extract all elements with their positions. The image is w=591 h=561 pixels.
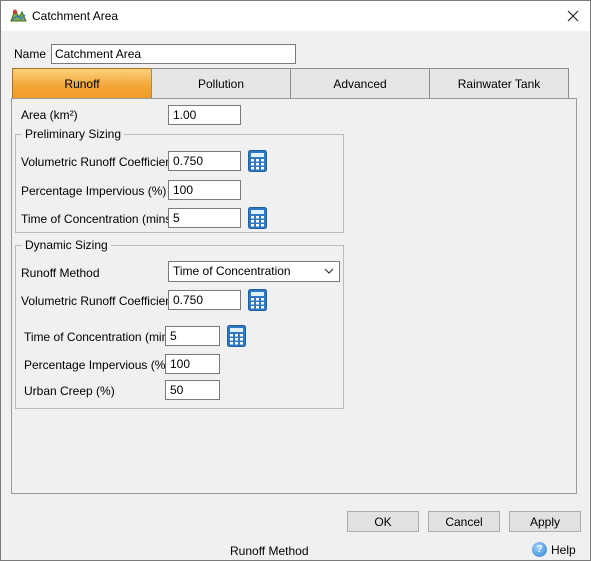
dynamic-toc-input[interactable] — [165, 326, 220, 346]
name-label: Name — [14, 47, 47, 61]
ok-button[interactable]: OK — [347, 511, 419, 532]
chevron-down-icon — [324, 268, 334, 274]
dynamic-vrc-input[interactable] — [168, 290, 241, 310]
calculator-icon[interactable] — [248, 150, 267, 172]
prelim-vrc-label: Volumetric Runoff Coefficient — [21, 155, 176, 169]
catchment-map-icon — [10, 8, 27, 22]
dynamic-pct-label: Percentage Impervious (%) — [24, 358, 170, 372]
close-icon — [567, 10, 579, 22]
runoff-method-select[interactable]: Time of Concentration — [168, 261, 340, 282]
runoff-method-label: Runoff Method — [21, 266, 100, 280]
urban-creep-label: Urban Creep (%) — [24, 384, 115, 398]
help-icon: ? — [532, 542, 547, 557]
calculator-icon[interactable] — [227, 325, 246, 347]
window-title: Catchment Area — [32, 9, 119, 23]
area-input[interactable] — [168, 105, 241, 125]
urban-creep-input[interactable] — [165, 380, 220, 400]
dynamic-pct-input[interactable] — [165, 354, 220, 374]
dynamic-vrc-label: Volumetric Runoff Coefficient — [21, 294, 176, 308]
runoff-method-value: Time of Concentration — [173, 264, 291, 278]
prelim-toc-label: Time of Concentration (mins) — [21, 212, 176, 226]
title-bar: Catchment Area — [1, 1, 590, 31]
prelim-pct-label: Percentage Impervious (%) — [21, 184, 167, 198]
dynamic-sizing-title: Dynamic Sizing — [22, 238, 111, 252]
tab-advanced[interactable]: Advanced — [290, 68, 430, 99]
apply-button[interactable]: Apply — [509, 511, 581, 532]
help-button[interactable]: ? Help — [532, 542, 576, 557]
calculator-icon[interactable] — [248, 207, 267, 229]
tab-strip: Runoff Pollution Advanced Rainwater Tank — [12, 68, 569, 99]
status-text: Runoff Method — [230, 544, 309, 558]
name-input[interactable] — [51, 44, 296, 64]
prelim-toc-input[interactable] — [168, 208, 241, 228]
dynamic-toc-label: Time of Concentration (mins) — [24, 330, 179, 344]
preliminary-sizing-title: Preliminary Sizing — [22, 127, 125, 141]
dialog-window: Catchment Area Name Runoff Pollution Adv… — [0, 0, 591, 561]
prelim-pct-input[interactable] — [168, 180, 241, 200]
area-label: Area (km²) — [21, 108, 78, 122]
prelim-vrc-input[interactable] — [168, 151, 241, 171]
calculator-icon[interactable] — [248, 289, 267, 311]
tab-rainwater-tank[interactable]: Rainwater Tank — [429, 68, 569, 99]
tab-pollution[interactable]: Pollution — [151, 68, 291, 99]
help-label: Help — [551, 542, 576, 557]
close-button[interactable] — [556, 1, 590, 31]
tab-runoff[interactable]: Runoff — [12, 68, 152, 99]
cancel-button[interactable]: Cancel — [428, 511, 500, 532]
